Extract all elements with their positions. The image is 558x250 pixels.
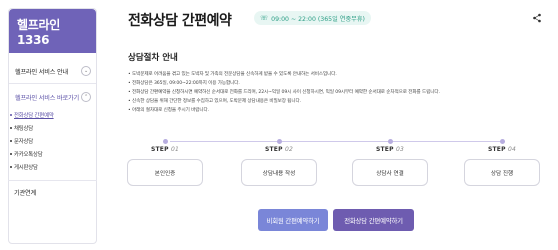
step-word: STEP xyxy=(264,146,283,153)
step-label-2: STEP 02 xyxy=(239,146,319,153)
notice-item: 전화상담 간편예약을 신청하시면 예약하신 순서대로 전화를 드리며, 22시~… xyxy=(128,88,548,97)
step-box-counseling: 상담 진행 xyxy=(464,159,540,186)
menu-service-shortcut-label: 헬프라인 서비스 바로가기 xyxy=(15,94,79,102)
sub-item-label: 문자상담 xyxy=(14,138,34,145)
step-label-1: STEP 01 xyxy=(125,146,205,153)
hours-badge: ☏ 09:00 ~ 22:00 (365일 연중무휴) xyxy=(254,11,371,25)
notice-list: 도박문제로 어려움을 겪고 있는 도박자 및 가족의 전문상담을 신속하게 받을… xyxy=(128,70,548,115)
menu-service-info-label: 헬프라인 서비스 안내 xyxy=(15,68,68,76)
bullet-icon xyxy=(10,113,12,116)
sub-item-chat[interactable]: 채팅상담 xyxy=(10,121,88,134)
menu-agency-link[interactable]: 기관연계 xyxy=(8,182,95,202)
sub-item-label: 채팅상담 xyxy=(14,125,34,132)
step-node xyxy=(500,139,505,144)
menu-agency-link-label: 기관연계 xyxy=(14,189,36,197)
divider xyxy=(8,180,97,181)
step-word: STEP xyxy=(375,146,394,153)
divider xyxy=(9,83,96,84)
bullet-icon xyxy=(10,165,12,168)
bullet-icon xyxy=(10,139,12,142)
sub-menu-list: 전화상담 간편예약 채팅상담 문자상담 카카오톡상담 게시판상담 xyxy=(10,108,88,173)
notice-item: 전화상담은 365일, 09:00~22:00까지 이용 가능합니다. xyxy=(128,79,548,88)
chevron-up-icon[interactable]: ⌃ xyxy=(81,92,91,102)
guest-reservation-button[interactable]: 비회원 간편예약하기 xyxy=(258,209,328,231)
step-connector-line xyxy=(170,141,505,142)
step-label-4: STEP 04 xyxy=(462,146,542,153)
notice-item: 아래의 절차대로 신청을 주시기 바랍니다. xyxy=(128,106,548,115)
step-node xyxy=(277,139,282,144)
notice-item: 신속한 상담을 위해 간단한 정보를 수집하고 있으며, 도박문제 상담내용은 … xyxy=(128,97,548,106)
step-node xyxy=(163,139,168,144)
step-box-counselor-connect: 상담사 연결 xyxy=(352,159,428,186)
step-word: STEP xyxy=(487,146,506,153)
sub-item-sms[interactable]: 문자상담 xyxy=(10,134,88,147)
step-box-verification: 본인인증 xyxy=(127,159,203,186)
phone-reservation-button[interactable]: 전화상담 간편예약하기 xyxy=(333,209,414,231)
sub-item-label: 게시판상담 xyxy=(14,164,38,171)
step-number: 03 xyxy=(395,146,405,153)
step-label-3: STEP 03 xyxy=(350,146,430,153)
page-title: 전화상담 간편예약 xyxy=(128,13,232,29)
sub-item-label: 카카오톡상담 xyxy=(14,151,43,158)
sub-item-phone-reservation[interactable]: 전화상담 간편예약 xyxy=(10,108,88,121)
menu-service-info[interactable]: 헬프라인 서비스 안내 ⌄ xyxy=(9,61,96,81)
bullet-icon xyxy=(10,126,12,129)
sub-item-board[interactable]: 게시판상담 xyxy=(10,160,88,173)
phone-icon: ☏ xyxy=(260,14,269,22)
share-icon[interactable] xyxy=(532,13,542,23)
menu-service-shortcut[interactable]: 헬프라인 서비스 바로가기 ⌃ xyxy=(9,87,96,107)
hours-text: 09:00 ~ 22:00 (365일 연중무휴) xyxy=(271,15,365,23)
step-word: STEP xyxy=(150,146,169,153)
sub-item-kakaotalk[interactable]: 카카오톡상담 xyxy=(10,147,88,160)
section-title: 상담절차 안내 xyxy=(128,53,178,63)
step-box-write-content: 상담내용 작성 xyxy=(241,159,317,186)
sub-item-label: 전화상담 간편예약 xyxy=(14,112,54,119)
notice-item: 도박문제로 어려움을 겪고 있는 도박자 및 가족의 전문상담을 신속하게 받을… xyxy=(128,70,548,79)
step-node xyxy=(388,139,393,144)
step-number: 01 xyxy=(170,146,180,153)
bullet-icon xyxy=(10,152,12,155)
brand-title[interactable]: 헬프라인 1336 xyxy=(9,9,96,53)
chevron-down-icon[interactable]: ⌄ xyxy=(81,66,91,76)
step-number: 04 xyxy=(507,146,517,153)
step-number: 02 xyxy=(284,146,294,153)
